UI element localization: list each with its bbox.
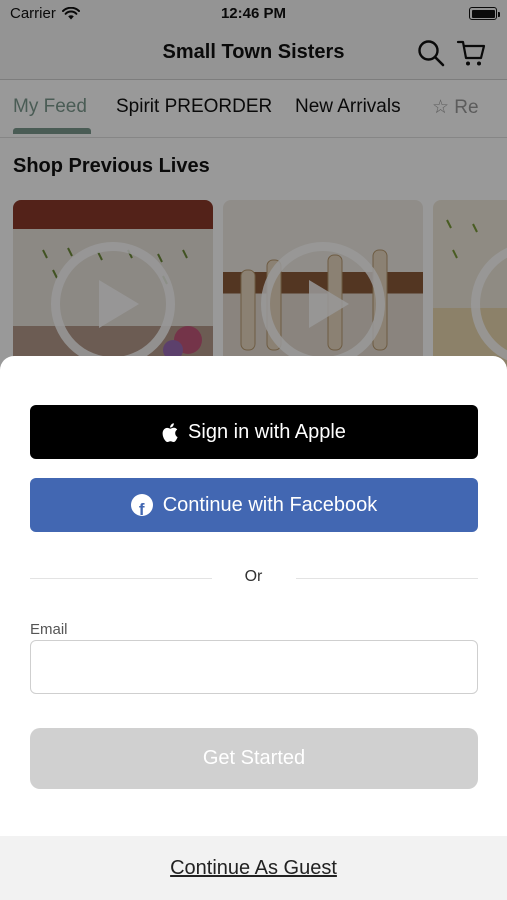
divider-right [296, 578, 478, 579]
guest-bar: Continue As Guest [0, 836, 507, 900]
get-started-button[interactable]: Get Started [30, 728, 478, 789]
facebook-button-label: Continue with Facebook [162, 493, 378, 516]
continue-as-guest-link[interactable]: Continue As Guest [0, 857, 507, 880]
sign-in-sheet: Sign in with Apple f Continue with Faceb… [0, 356, 507, 900]
email-field[interactable] [30, 640, 478, 694]
get-started-label: Get Started [202, 747, 306, 769]
sign-in-with-apple-button[interactable]: Sign in with Apple [30, 405, 478, 459]
email-label: Email [30, 621, 68, 638]
apple-icon [162, 422, 178, 442]
facebook-icon: f [130, 494, 153, 518]
or-divider-label: Or [244, 568, 263, 585]
continue-with-facebook-button[interactable]: f Continue with Facebook [30, 478, 478, 532]
apple-button-label: Sign in with Apple [188, 420, 346, 443]
